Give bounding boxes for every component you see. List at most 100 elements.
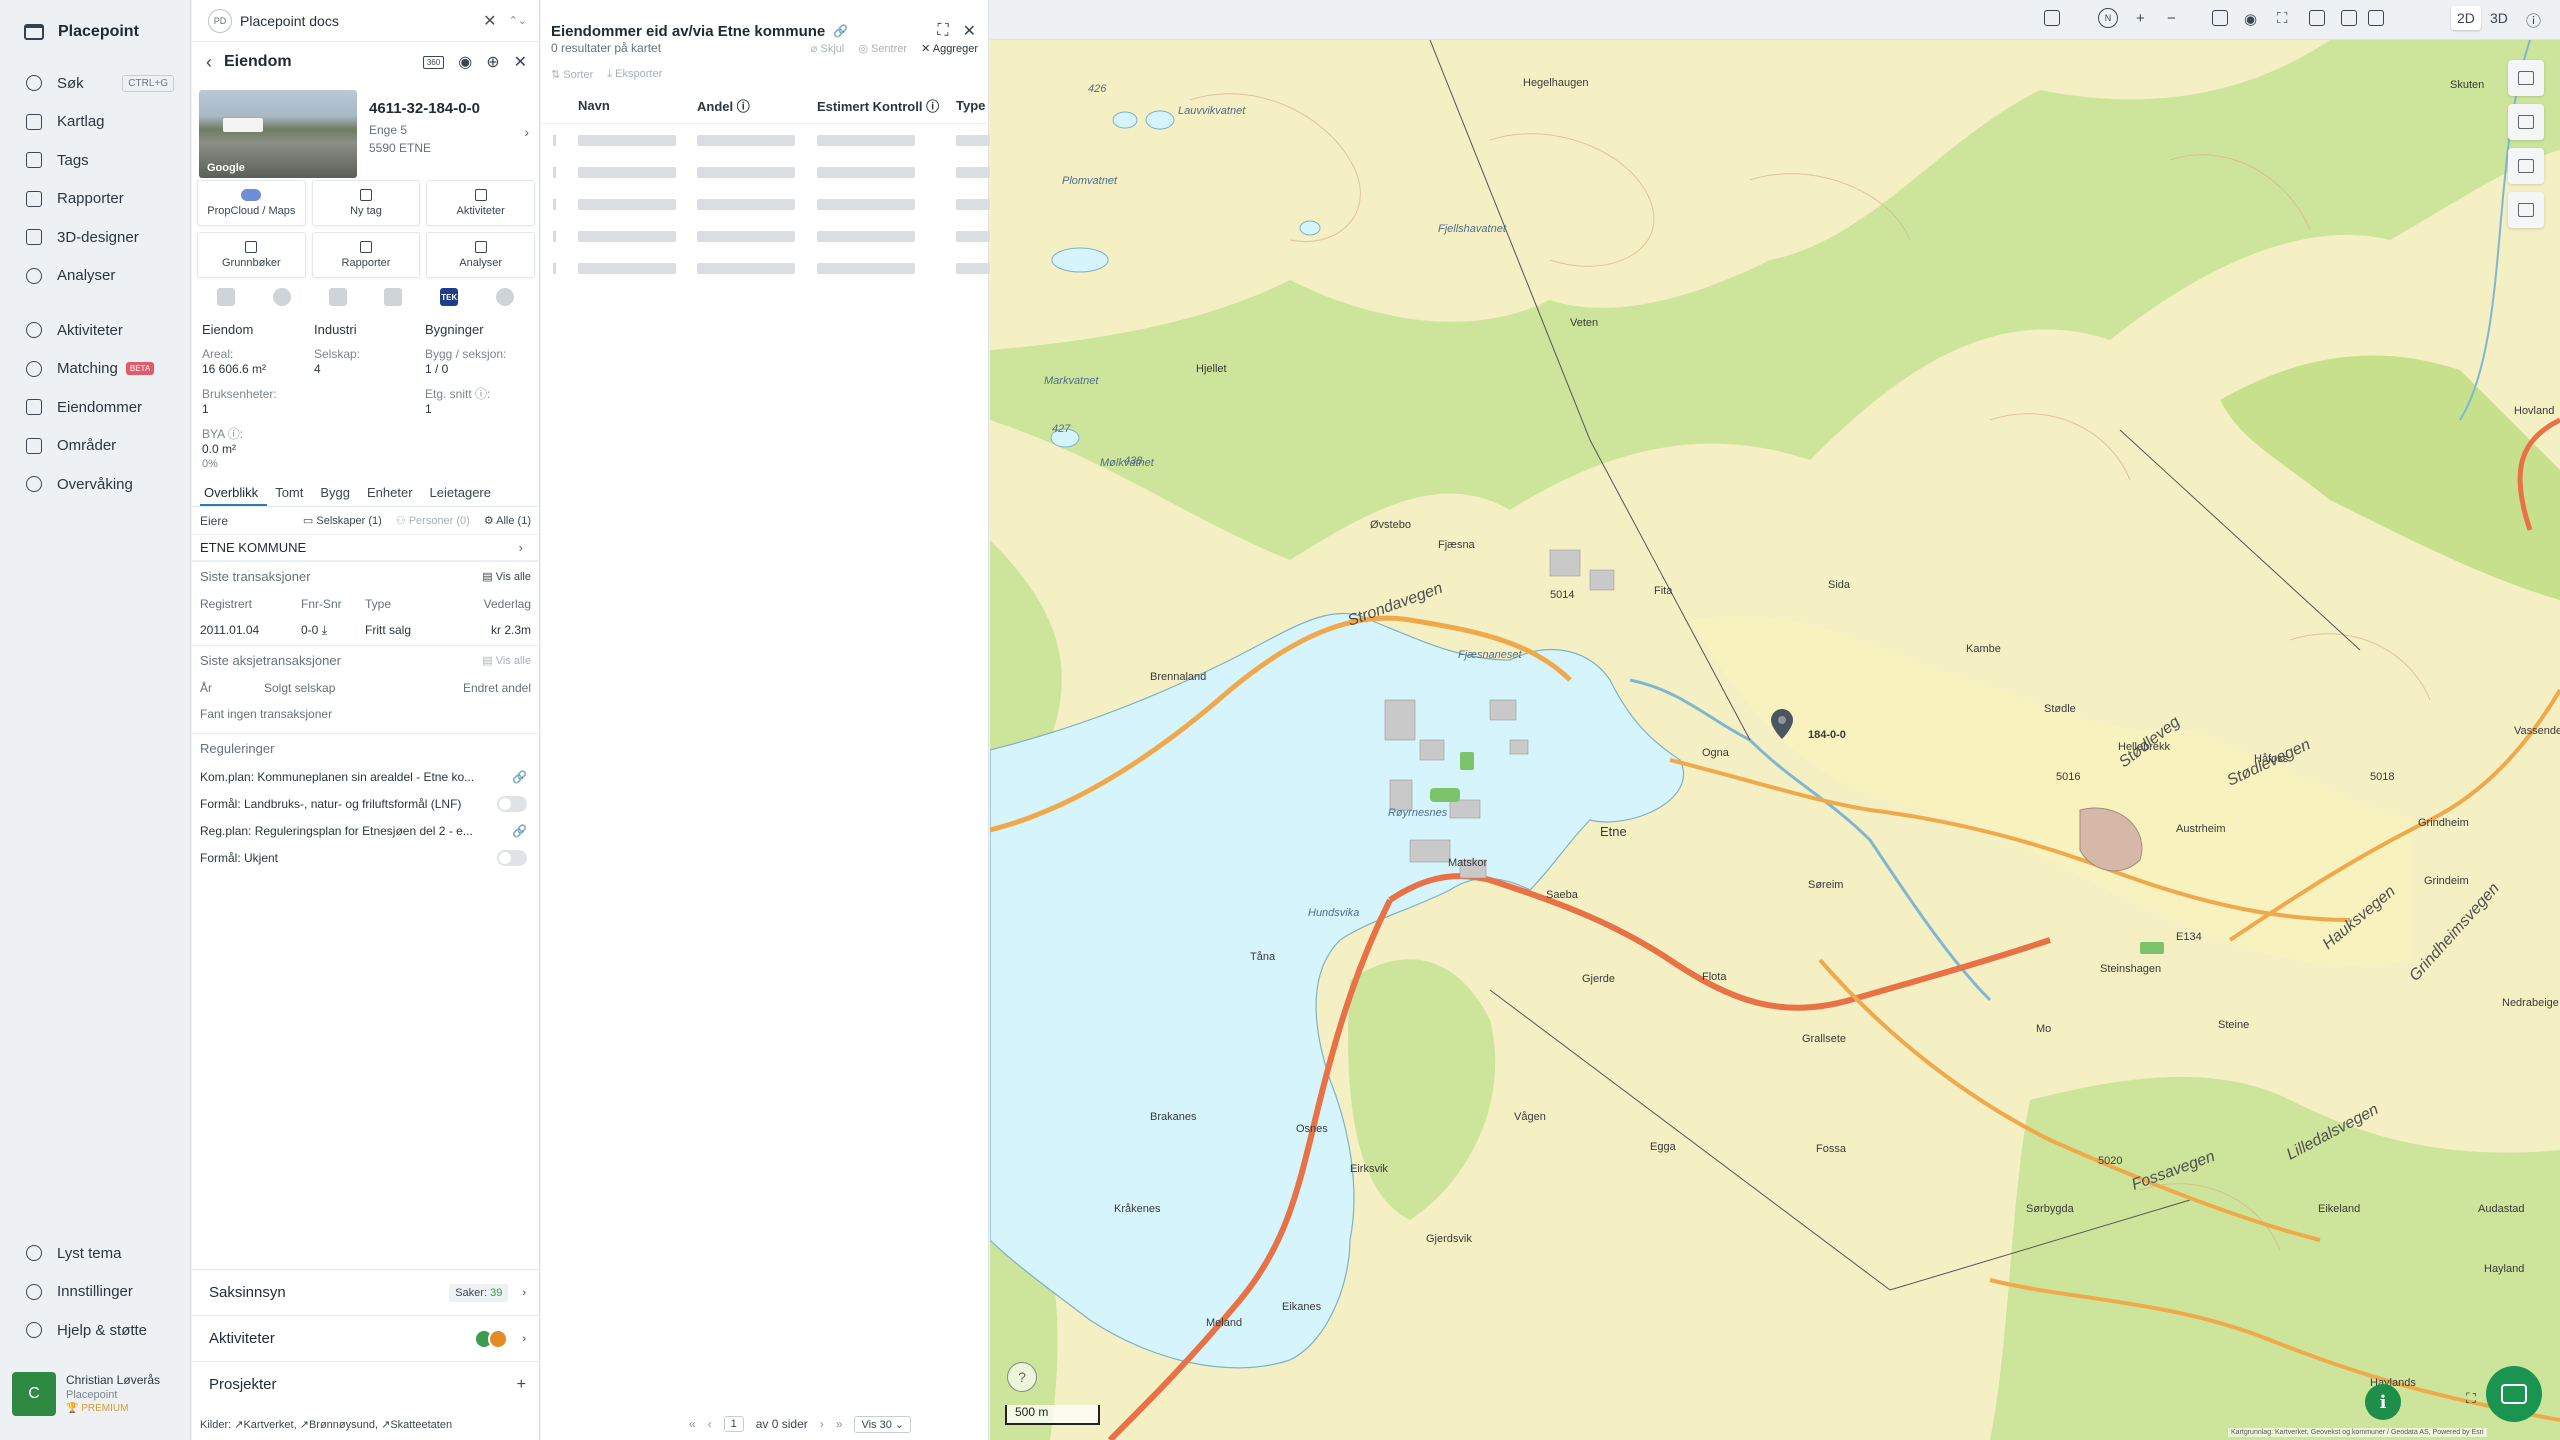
print-icon[interactable] <box>2212 10 2228 26</box>
show-all-share-transactions-link[interactable]: ▤ Vis alle <box>482 654 531 667</box>
camera-icon[interactable] <box>2309 10 2325 26</box>
sort-button[interactable]: ⇅ Sorter <box>551 68 593 88</box>
column-header[interactable]: Andel ⓘ <box>697 96 817 115</box>
tab-enheter[interactable]: Enheter <box>363 481 422 506</box>
tab-overblikk[interactable]: Overblikk <box>200 481 268 506</box>
nav-item-omrader[interactable]: Områder <box>0 427 190 466</box>
last-page-icon[interactable]: » <box>836 1417 843 1431</box>
mode-3d-button[interactable]: 3D <box>2484 6 2514 30</box>
map-tool-button[interactable] <box>2508 60 2544 96</box>
fullscreen-icon[interactable]: ⛶ <box>937 22 948 40</box>
location-pin-icon[interactable] <box>1771 709 1793 739</box>
property-photo[interactable]: Google <box>199 90 357 178</box>
brand[interactable]: Placepoint <box>0 0 190 64</box>
street-view-360-icon[interactable]: 360 <box>422 55 445 69</box>
source-link[interactable]: ↗Brønnøysund, <box>300 1419 378 1431</box>
hide-button[interactable]: ⌀ Skjul <box>811 42 845 55</box>
add-circle-icon[interactable]: ⊕ <box>486 52 499 72</box>
new-tag-button[interactable]: Ny tag <box>311 180 421 226</box>
table-row[interactable]: 2011.01.04 0-0 ⤓ Fritt salg kr 2.3m <box>200 617 531 643</box>
grid-icon[interactable] <box>2341 10 2357 26</box>
plus-icon[interactable]: + <box>517 1376 526 1394</box>
layers-toggle-icon[interactable] <box>2044 10 2060 26</box>
close-icon[interactable]: ✕ <box>514 52 527 72</box>
nav-item-search[interactable]: Søk CTRL+G <box>0 64 190 103</box>
close-icon[interactable]: ✕ <box>483 11 496 31</box>
propcloud-button[interactable]: PropCloud / Maps <box>197 180 306 226</box>
source-slot[interactable] <box>254 288 310 306</box>
saksinnsyn-section[interactable]: Saksinnsyn Saker: 39 › <box>192 1269 540 1315</box>
zoom-in-icon[interactable]: + <box>2136 10 2145 27</box>
download-icon[interactable]: ⤓ <box>322 623 327 637</box>
column-header[interactable]: Estimert Kontroll ⓘ <box>817 96 956 115</box>
first-page-icon[interactable]: « <box>689 1417 696 1431</box>
source-link[interactable]: ↗Skatteetaten <box>381 1419 452 1431</box>
activities-button[interactable]: Aktiviteter <box>426 180 535 226</box>
source-link[interactable]: ↗Kartverket, <box>234 1419 296 1431</box>
nav-item-tags[interactable]: Tags <box>0 141 190 180</box>
property-summary[interactable]: Google 4611-32-184-0-0 Enge 5 5590 ETNE … <box>192 82 539 180</box>
docs-bar[interactable]: PD Placepoint docs ✕ ⌃⌄ <box>192 0 539 42</box>
aggregate-button[interactable]: ✕ Aggreger <box>921 42 978 55</box>
bookmark-icon[interactable] <box>2368 10 2384 26</box>
source-slot[interactable] <box>477 288 533 306</box>
next-page-icon[interactable]: › <box>820 1417 824 1431</box>
column-header[interactable]: Navn <box>578 98 697 113</box>
tab-tomt[interactable]: Tomt <box>271 481 312 506</box>
nav-item-overvaking[interactable]: Overvåking <box>0 465 190 504</box>
chevron-right-icon[interactable]: › <box>524 124 529 140</box>
help-icon[interactable]: ? <box>1007 1362 1037 1392</box>
fullscreen-icon[interactable]: ⛶ <box>2277 10 2288 27</box>
regulation-toggle[interactable] <box>497 795 527 812</box>
link-icon[interactable]: 🔗 <box>512 824 527 838</box>
land-registry-button[interactable]: Grunnbøker <box>197 232 306 278</box>
nav-item-settings[interactable]: Innstillinger <box>0 1273 190 1312</box>
analyses-button[interactable]: Analyser <box>426 232 535 278</box>
nav-item-kartlag[interactable]: Kartlag <box>0 103 190 142</box>
source-slot[interactable]: TEK <box>421 288 477 306</box>
map-tool-button[interactable] <box>2508 192 2544 228</box>
owner-row[interactable]: ETNE KOMMUNE › <box>192 535 539 561</box>
eye-icon[interactable]: ◉ <box>458 52 472 72</box>
nav-item-matching[interactable]: Matching BETA <box>0 350 190 389</box>
expand-collapse-icon[interactable]: ⌃⌄ <box>509 14 527 27</box>
nav-item-3d-designer[interactable]: 3D-designer <box>0 218 190 257</box>
regulation-item[interactable]: Reg.plan: Reguleringsplan for Etnesjøen … <box>192 817 539 844</box>
zoom-out-icon[interactable]: − <box>2167 10 2176 27</box>
regulation-item[interactable]: Formål: Landbruks-, natur- og friluftsfo… <box>192 790 539 817</box>
source-slot[interactable] <box>198 288 254 306</box>
prosjekter-section[interactable]: Prosjekter + <box>192 1361 540 1407</box>
close-icon[interactable]: ✕ <box>963 21 976 41</box>
back-arrow-icon[interactable]: ‹ <box>206 52 212 73</box>
source-slot[interactable] <box>310 288 366 306</box>
tab-bygg[interactable]: Bygg <box>316 481 359 506</box>
nav-item-rapporter[interactable]: Rapporter <box>0 180 190 219</box>
regulation-toggle[interactable] <box>497 849 527 866</box>
eye-icon[interactable]: ◉ <box>2244 10 2257 28</box>
tab-leietagere[interactable]: Leietagere <box>426 481 500 506</box>
per-page-select[interactable]: Vis 30 ⌄ <box>854 1415 912 1433</box>
mode-2d-button[interactable]: 2D <box>2451 6 2481 30</box>
filter-persons[interactable]: ⚇ Personer (0) <box>396 514 470 527</box>
link-icon[interactable]: 🔗 <box>833 24 848 38</box>
source-slot[interactable] <box>365 288 421 306</box>
map-tool-button[interactable] <box>2508 104 2544 140</box>
nav-item-help[interactable]: Hjelp & støtte <box>0 1311 190 1350</box>
nav-item-eiendommer[interactable]: Eiendommer <box>0 388 190 427</box>
compass-icon[interactable]: N <box>2098 8 2118 28</box>
nav-item-analyser[interactable]: Analyser <box>0 257 190 296</box>
prev-page-icon[interactable]: ‹ <box>708 1417 712 1431</box>
nav-item-aktiviteter[interactable]: Aktiviteter <box>0 311 190 350</box>
user-card[interactable]: C Christian Løverås Placepoint 🏆 PREMIUM <box>12 1368 182 1420</box>
nav-item-theme[interactable]: Lyst tema <box>0 1234 190 1273</box>
map-tool-button[interactable] <box>2508 148 2544 184</box>
aktiviteter-section[interactable]: Aktiviteter › <box>192 1315 540 1361</box>
filter-companies[interactable]: ▭ Selskaper (1) <box>303 514 382 527</box>
chat-button[interactable] <box>2486 1366 2542 1422</box>
reports-button[interactable]: Rapporter <box>311 232 421 278</box>
fullscreen-icon[interactable]: ⛶ <box>2466 1390 2476 1407</box>
export-button[interactable]: ⤓ Eksporter <box>607 68 662 88</box>
link-icon[interactable]: 🔗 <box>512 770 527 784</box>
column-header[interactable]: Type <box>956 98 988 113</box>
info-button[interactable]: i <box>2365 1384 2401 1420</box>
